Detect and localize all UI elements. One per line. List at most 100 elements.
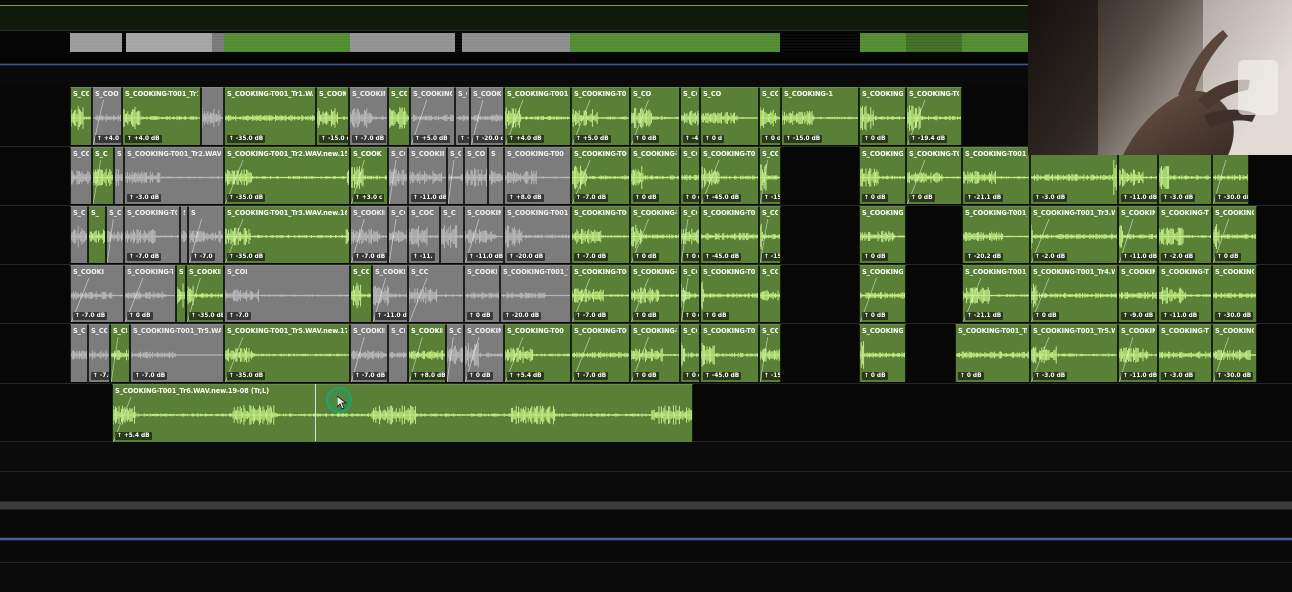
- audio-clip[interactable]: S_COOKING-1 ↑ 0 dB: [859, 147, 906, 204]
- clip-gain-badge[interactable]: ↑ -45.0 dB: [703, 194, 742, 202]
- timeline-overview-strip[interactable]: [0, 0, 1028, 56]
- clip-gain-badge[interactable]: ↑ -3.0 dB: [127, 194, 162, 202]
- clip-gain-badge[interactable]: ↑ 0 dB: [633, 135, 659, 143]
- audio-clip[interactable]: S_COOKING-T001_Tr4.WAV. ↑ 0 dB: [1030, 265, 1118, 322]
- audio-clip[interactable]: S_COOKING-T00 ↑ +5.4 dB: [504, 324, 571, 382]
- clip-gain-badge[interactable]: ↑ -30.0 dB: [1215, 372, 1254, 380]
- audio-clip[interactable]: ↑ -3.0 dB: [1030, 147, 1118, 204]
- audio-clip[interactable]: S_COI ↑ -7.0: [224, 265, 350, 322]
- clip-gain-badge[interactable]: ↑ -11.0 dB: [1121, 372, 1157, 380]
- clip-gain-badge[interactable]: ↑ 0 dB: [683, 312, 699, 320]
- audio-clip[interactable]: S_COOKING-T001_Tr5.WAV ↑ -7.0 dB: [130, 324, 224, 382]
- clip-gain-badge[interactable]: ↑ +4.0 dB: [507, 135, 544, 143]
- audio-clip[interactable]: S_COOKING-T001_Tr ↑ -20.0 dB: [470, 87, 504, 145]
- clip-gain-badge[interactable]: ↑ 0 dB: [958, 372, 984, 380]
- clip-gain-badge[interactable]: ↑ +8.0 dB: [411, 372, 445, 380]
- clip-gain-badge[interactable]: ↑ -7.0 dB: [574, 194, 609, 202]
- audio-clip[interactable]: S_COOKING-1 ↑ 0 dB: [859, 324, 906, 382]
- audio-clip[interactable]: S_COOKING-T001_Tr2 ↑ -21.1 dB: [962, 147, 1030, 204]
- audio-clip[interactable]: S_CO ↑ -7.0 dB: [88, 324, 110, 382]
- audio-clip[interactable]: S_CO ↑ 0 dB: [680, 265, 700, 322]
- audio-clip[interactable]: S_COOKING-T001_Tr3.WAV.new.16-14 (Tr ↑ -3…: [224, 206, 350, 263]
- clip-gain-badge[interactable]: ↑ -21.1 dB: [965, 194, 1004, 202]
- clip-gain-badge[interactable]: ↑ -7.0: [191, 253, 215, 261]
- timeline-editor[interactable]: S_CO S_COOK ↑ +4.0 dB S_COOKING-T001_Tr1.W ↑…: [0, 0, 1292, 592]
- audio-clip[interactable]: S_COOK ↑ +3.0 c: [350, 147, 388, 204]
- clip-gain-badge[interactable]: ↑ -3.0 dB: [1033, 372, 1068, 380]
- audio-clip[interactable]: S_COOKING-T001_Tr2.WAV.new.15-06 (Tr ↑ -3…: [224, 147, 350, 204]
- clip-gain-badge[interactable]: ↑ +5.4 dB: [115, 432, 152, 440]
- audio-clip[interactable]: S_COO: [176, 265, 186, 322]
- audio-clip[interactable]: S_COOKING-T0 ↑ 0 dB: [700, 265, 759, 322]
- clip-gain-badge[interactable]: ↑ 0 dB: [1033, 312, 1059, 320]
- playhead-line[interactable]: [315, 384, 316, 441]
- audio-clip[interactable]: S_C: [106, 206, 124, 263]
- audio-clip[interactable]: S_CO ↑ +7.: [455, 87, 470, 145]
- audio-clip[interactable]: S_CO: [388, 206, 408, 263]
- clip-gain-badge[interactable]: ↑ -35.0 dB: [227, 253, 266, 261]
- clip-gain-badge[interactable]: ↑ 0 dB: [862, 312, 888, 320]
- audio-clip[interactable]: S_COOKING-T0 ↑ -3.0 dB: [1158, 324, 1212, 382]
- audio-clip[interactable]: S_CO: [759, 265, 781, 322]
- audio-clip[interactable]: S_COOKING-T001_Tr4 ↑ -21.1 dB: [962, 265, 1030, 322]
- audio-clip[interactable]: S_COOKING-T001_Tr ↑ -20.0 dB: [504, 206, 571, 263]
- audio-clip[interactable]: S_COOKING-T0 ↑ 0 dB: [630, 324, 680, 382]
- clip-gain-badge[interactable]: ↑ -7.0 dB: [73, 312, 108, 320]
- clip-gain-badge[interactable]: ↑ -7.0 dB: [574, 372, 609, 380]
- clip-gain-badge[interactable]: ↑ -19.4 dB: [909, 135, 948, 143]
- audio-clip[interactable]: S_COOKING-1 ↑ 0 dB: [859, 206, 906, 263]
- audio-clip[interactable]: S_CO ↑ 0 d: [700, 87, 759, 145]
- audio-clip[interactable]: S_COOKI ↑ -15.0 dB: [316, 87, 349, 145]
- clip-gain-badge[interactable]: ↑ -3.0 dB: [1161, 372, 1196, 380]
- clip-gain-badge[interactable]: ↑ -45.0 dB: [703, 372, 742, 380]
- video-preview[interactable]: [1028, 0, 1292, 155]
- audio-clip[interactable]: S_COOKING-T001_Tr2.WAV. ↑ -3.0 dB: [124, 147, 224, 204]
- audio-clip[interactable]: S_COOKING-T00 ↑ +8.0 dB: [504, 147, 571, 204]
- audio-clip[interactable]: S_CO: [446, 324, 464, 382]
- clip-gain-badge[interactable]: ↑ +5.0 dB: [574, 135, 611, 143]
- audio-clip[interactable]: S_COOKING ↑ +5.0 dB: [410, 87, 455, 145]
- audio-clip[interactable]: S: [180, 206, 188, 263]
- audio-clip[interactable]: S_COOKING-T001_Tr1 ↑ -19.4 dB: [906, 87, 962, 145]
- clip-gain-badge[interactable]: ↑ 0 dB: [1215, 253, 1241, 261]
- audio-clip[interactable]: S_COOKING ↑ -11.0 dB: [1118, 324, 1158, 382]
- clip-gain-badge[interactable]: ↑ 0 dB: [633, 253, 659, 261]
- audio-clip[interactable]: S_C: [92, 147, 114, 204]
- clip-gain-badge[interactable]: ↑ -7.0 dB: [353, 372, 387, 380]
- audio-clip[interactable]: S_COOK ↑ +4.0 dB: [92, 87, 122, 145]
- clip-gain-badge[interactable]: ↑ -20.0 dB: [507, 253, 546, 261]
- audio-clip[interactable]: S ↑ -7.0: [188, 206, 224, 263]
- audio-clip[interactable]: S_COOKING-T0 ↑ -45.0 dB: [680, 87, 700, 145]
- audio-clip[interactable]: S_COOKING-T001 ↑ -7.0 dB: [571, 147, 630, 204]
- clip-gain-badge[interactable]: ↑ -11.: [411, 253, 435, 261]
- audio-clip[interactable]: S: [114, 147, 124, 204]
- audio-clip[interactable]: S_COOKING-T001_Tr1.W ↑ 0 dB: [759, 87, 781, 145]
- audio-clip[interactable]: S_COOKING-T0 ↑ 0 dB: [124, 265, 176, 322]
- overview-minimap[interactable]: [0, 0, 1028, 56]
- audio-clip[interactable]: S_COOKING-T001 ↑ -7.0 dB: [571, 265, 630, 322]
- audio-clip[interactable]: S_COOKIN ↑ 0 dB: [464, 265, 500, 322]
- audio-clip[interactable]: S_COOKING-T001_Tr1.WAV.ne ↑ -35.0 dB: [224, 87, 316, 145]
- audio-clip[interactable]: S_COOKING-T001 ↑ -7.0 dB: [124, 206, 180, 263]
- audio-clip[interactable]: ↑ -11.0 dB: [1118, 147, 1158, 204]
- clip-gain-badge[interactable]: ↑ +3.0 c: [353, 194, 385, 202]
- audio-clip[interactable]: S_COOKIN ↑ +8.0 dB: [408, 324, 446, 382]
- clip-gain-badge[interactable]: ↑ 0 d: [703, 135, 725, 143]
- audio-clip[interactable]: S_COOKING-T001_Tr1.W ↑ +4.0 dB: [122, 87, 201, 145]
- audio-clip[interactable]: S_COOKING-1 ↑ -15.0 dB: [781, 87, 859, 145]
- audio-clip[interactable]: S_COOKING-T001_Tr3.WAV. ↑ -2.0 dB: [1030, 206, 1118, 263]
- audio-clip[interactable]: S_COOKING-T001_Tr5.WAV.new.17-06 (Tr ↑ -3…: [224, 324, 350, 382]
- clip-gain-badge[interactable]: ↑ -15: [762, 372, 780, 380]
- audio-clip[interactable]: S_COOKIN ↑ -7.0 dB: [350, 206, 388, 263]
- audio-clip[interactable]: S_CO ↑ -15: [759, 147, 781, 204]
- audio-clip[interactable]: S_CO: [70, 147, 92, 204]
- audio-clip[interactable]: S_CO: [388, 87, 410, 145]
- clip-gain-badge[interactable]: ↑ -21.1 dB: [965, 312, 1004, 320]
- clip-gain-badge[interactable]: ↑ -7.0 dB: [127, 253, 162, 261]
- clip-gain-badge[interactable]: ↑ -7.0 dB: [353, 253, 387, 261]
- clip-gain-badge[interactable]: ↑ 0 dB: [862, 372, 888, 380]
- audio-clip[interactable]: S_COOKI ↑ -7.0 dB: [70, 265, 124, 322]
- audio-clip[interactable]: S_COOKING-T0 ↑ +5.0 dB: [571, 87, 630, 145]
- audio-clip[interactable]: S_COOKING-T001_Tr3 ↑ -20.2 dB: [962, 206, 1030, 263]
- clip-gain-badge[interactable]: ↑ -20.0 dB: [473, 135, 503, 143]
